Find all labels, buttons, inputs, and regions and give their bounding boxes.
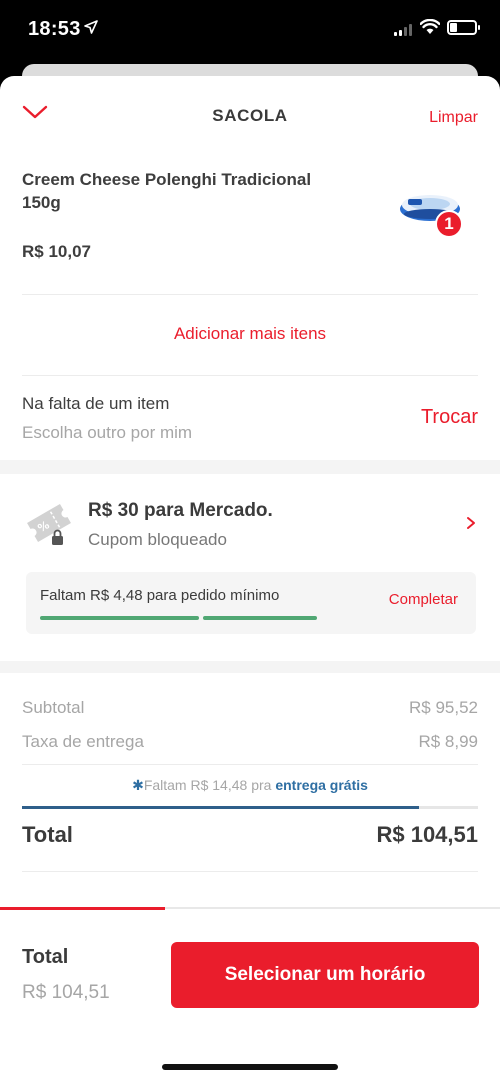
clear-button[interactable]: Limpar (429, 109, 478, 127)
footer-total-value: R$ 104,51 (22, 982, 110, 1003)
subtotal-label: Subtotal (22, 698, 85, 717)
gear-icon: ✱ (132, 777, 144, 793)
home-indicator (162, 1064, 338, 1070)
complete-button[interactable]: Completar (389, 591, 458, 608)
quantity-badge: 1 (435, 210, 463, 238)
chevron-right-icon[interactable] (466, 516, 476, 530)
location-arrow-icon (84, 20, 98, 34)
wifi-icon (420, 19, 440, 34)
page-title: SACOLA (212, 106, 288, 125)
minimum-progress-segment (40, 616, 199, 620)
free-shipping-message: ✱Faltam R$ 14,48 pra entrega grátis (0, 777, 500, 794)
free-shipping-progress-fill (22, 806, 419, 809)
swap-button[interactable]: Trocar (421, 406, 478, 429)
total-label: Total (22, 822, 73, 847)
coupon-ticket-icon: % (27, 503, 71, 545)
lock-icon (52, 529, 63, 545)
section-separator (0, 661, 500, 673)
footer-total-label: Total (22, 946, 69, 968)
checkout-step-progress (0, 907, 500, 910)
divider (22, 871, 478, 872)
minimum-progress-segment (203, 616, 317, 620)
status-time: 18:53 (28, 18, 81, 40)
minimum-order-box: Faltam R$ 4,48 para pedido mínimo Comple… (26, 572, 476, 634)
divider (22, 764, 478, 765)
select-schedule-button[interactable]: Selecionar um horário (171, 942, 479, 1008)
product-price: R$ 10,07 (22, 242, 91, 261)
missing-item-title: Na falta de um item (22, 394, 170, 413)
sheet-header: SACOLA Limpar (0, 76, 500, 156)
coupon-status: Cupom bloqueado (88, 530, 227, 549)
delivery-fee-label: Taxa de entrega (22, 732, 144, 751)
free-shipping-text: Faltam R$ 14,48 pra (143, 777, 276, 793)
divider (22, 375, 478, 376)
product-name: Creem Cheese Polenghi Tradicional 150g (22, 170, 312, 212)
cellular-signal-icon (394, 24, 412, 36)
coupon-title[interactable]: R$ 30 para Mercado. (88, 500, 273, 522)
free-shipping-highlight: entrega grátis (275, 777, 368, 793)
status-bar: 18:53 (0, 0, 500, 62)
free-shipping-progress (22, 806, 478, 809)
divider (22, 294, 478, 295)
battery-icon (447, 20, 480, 35)
delivery-fee-value: R$ 8,99 (418, 732, 478, 751)
total-value: R$ 104,51 (376, 822, 478, 847)
bag-sheet: SACOLA Limpar Creem Cheese Polenghi Trad… (0, 76, 500, 1082)
add-more-items-button[interactable]: Adicionar mais itens (0, 324, 500, 344)
subtotal-value: R$ 95,52 (409, 698, 478, 717)
checkout-step-progress-fill (0, 907, 165, 910)
section-separator (0, 460, 500, 474)
missing-item-subtitle: Escolha outro por mim (22, 423, 193, 442)
minimum-order-message: Faltam R$ 4,48 para pedido mínimo (40, 587, 280, 604)
